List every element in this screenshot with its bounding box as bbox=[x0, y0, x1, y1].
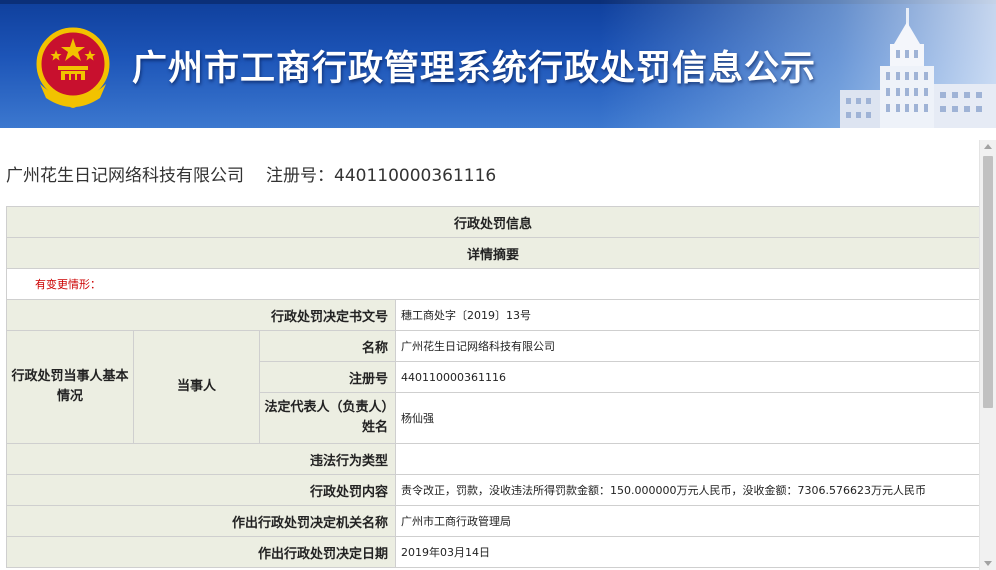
scrollbar-thumb[interactable] bbox=[983, 156, 993, 408]
authority-value: 广州市工商行政管理局 bbox=[394, 505, 981, 537]
table-row: 作出行政处罚决定日期 2019年03月14日 bbox=[6, 536, 981, 568]
decision-no-label: 行政处罚决定书文号 bbox=[6, 299, 396, 331]
company-reg-label: 注册号： bbox=[266, 166, 334, 186]
government-building-icon bbox=[840, 8, 996, 128]
header-banner: 广州市工商行政管理系统行政处罚信息公示 bbox=[0, 0, 996, 128]
table-row: 详情摘要 bbox=[5, 237, 981, 269]
table-row: 行政处罚决定书文号 穗工商处字〔2019〕13号 bbox=[6, 299, 981, 331]
scroll-down-icon[interactable] bbox=[984, 561, 992, 566]
table-row: 行政处罚信息 bbox=[5, 206, 981, 238]
name-value: 广州花生日记网络科技有限公司 bbox=[394, 330, 981, 362]
table-row: 作出行政处罚决定机关名称 广州市工商行政管理局 bbox=[6, 505, 981, 537]
table-row: 行政处罚内容 责令改正，罚款，没收违法所得罚款金额：150.000000万元人民… bbox=[6, 474, 981, 506]
section-title: 行政处罚信息 bbox=[5, 206, 981, 238]
national-emblem-icon bbox=[36, 27, 110, 108]
company-heading: 广州花生日记网络科技有限公司 注册号：440110000361116 bbox=[6, 161, 496, 186]
scroll-up-icon[interactable] bbox=[984, 144, 992, 149]
violation-type-label: 违法行为类型 bbox=[6, 443, 396, 475]
party-label: 当事人 bbox=[133, 330, 260, 444]
violation-type-value bbox=[394, 443, 981, 475]
rep-value: 杨仙强 bbox=[394, 392, 981, 444]
table-row: 有变更情形： bbox=[5, 268, 981, 300]
banner-title: 广州市工商行政管理系统行政处罚信息公示 bbox=[132, 49, 817, 89]
vertical-scrollbar[interactable] bbox=[979, 140, 996, 570]
reg-label: 注册号 bbox=[259, 361, 396, 393]
name-label: 名称 bbox=[259, 330, 396, 362]
rep-label: 法定代表人（负责人）姓名 bbox=[259, 392, 396, 444]
content-scroll-area[interactable]: 广州花生日记网络科技有限公司 注册号：440110000361116 行政处罚信息… bbox=[5, 140, 996, 570]
summary-title: 详情摘要 bbox=[5, 237, 981, 269]
company-reg-number: 440110000361116 bbox=[334, 166, 497, 186]
decision-no-value: 穗工商处字〔2019〕13号 bbox=[394, 299, 981, 331]
table-row: 违法行为类型 bbox=[6, 443, 981, 475]
content-label: 行政处罚内容 bbox=[6, 474, 396, 506]
content-value: 责令改正，罚款，没收违法所得罚款金额：150.000000万元人民币，没收金额：… bbox=[394, 474, 981, 506]
company-name: 广州花生日记网络科技有限公司 bbox=[6, 166, 244, 186]
authority-label: 作出行政处罚决定机关名称 bbox=[6, 505, 396, 537]
party-group-label: 行政处罚当事人基本情况 bbox=[6, 330, 134, 444]
penalty-info-table: 行政处罚信息 详情摘要 有变更情形： 行政处罚决定书文号 穗工商处字〔2019〕… bbox=[5, 206, 981, 568]
date-label: 作出行政处罚决定日期 bbox=[6, 536, 396, 568]
reg-value: 440110000361116 bbox=[394, 361, 981, 393]
table-row: 行政处罚当事人基本情况 当事人 名称 广州花生日记网络科技有限公司 bbox=[6, 330, 981, 444]
change-note: 有变更情形： bbox=[5, 268, 981, 300]
date-value: 2019年03月14日 bbox=[394, 536, 981, 568]
